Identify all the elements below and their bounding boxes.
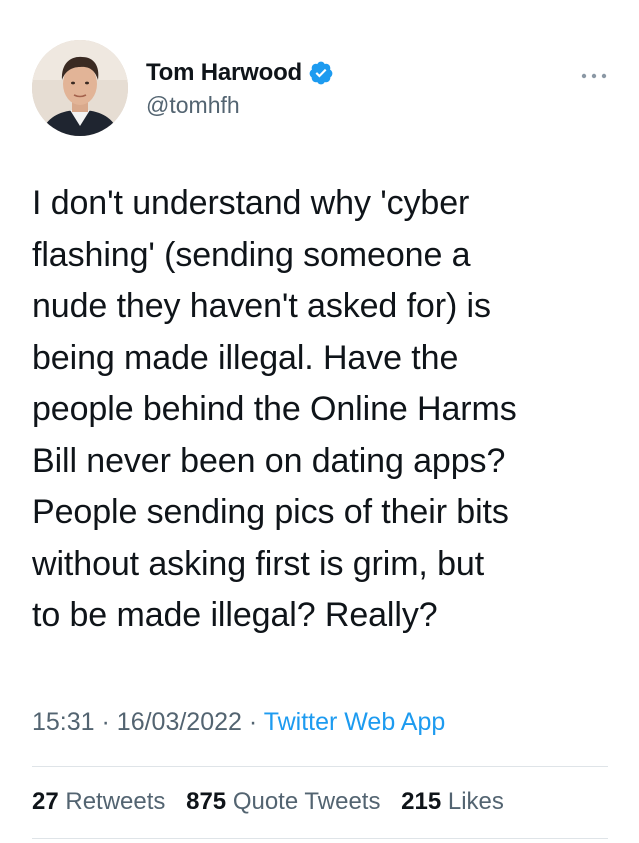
likes-count: 215 [401,788,442,815]
tweet-card: Tom Harwood @tomhfh I don't understand w… [0,0,639,843]
tweet-text-line: being made illegal. Have the [32,338,459,377]
tweet-text-line: nude they haven't asked for) is [32,287,491,325]
tweet-time[interactable]: 15:31 [32,708,95,736]
avatar-photo-icon [32,40,128,136]
display-name-row: Tom Harwood [146,58,334,88]
quote-tweets-label: Quote Tweets [232,788,381,815]
retweets-label: Retweets [65,788,166,815]
display-name[interactable]: Tom Harwood [146,59,302,87]
meta-separator: · [248,708,258,736]
likes-stat[interactable]: 215 Likes [401,788,504,815]
divider [32,838,608,839]
retweets-stat[interactable]: 27 Retweets [32,788,165,815]
divider [32,766,608,767]
likes-label: Likes [447,788,504,815]
tweet-text-line: people behind the Online Harms [32,390,517,428]
tweet-text-line: Bill never been on dating apps? [32,441,506,480]
quote-tweets-count: 875 [186,788,227,815]
tweet-text-line: I don't understand why 'cyber [32,184,470,222]
avatar[interactable] [32,40,128,136]
tweet-stats: 27 Retweets 875 Quote Tweets 215 Likes [32,788,518,816]
tweet-text-line: to be made illegal? Really? [32,596,438,634]
tweet-header: Tom Harwood @tomhfh [32,40,612,140]
tweet-source-link[interactable]: Twitter Web App [264,708,446,736]
tweet-date[interactable]: 16/03/2022 [117,708,242,736]
tweet-text-line: flashing' (sending someone a [32,235,471,274]
tweet-metadata: 15:31 · 16/03/2022 · Twitter Web App [32,708,445,737]
username-handle[interactable]: @tomhfh [146,92,334,119]
retweets-count: 27 [32,788,59,815]
tweet-text: I don't understand why 'cyber flashing' … [32,178,612,642]
meta-separator: · [101,708,110,736]
tweet-text-line: without asking first is grim, but [32,544,485,583]
author-names: Tom Harwood @tomhfh [146,58,334,119]
verified-badge-icon [308,60,334,86]
quote-tweets-stat[interactable]: 875 Quote Tweets [186,788,380,815]
more-options-icon[interactable] [576,66,612,86]
tweet-text-line: People sending pics of their bits [32,493,509,531]
